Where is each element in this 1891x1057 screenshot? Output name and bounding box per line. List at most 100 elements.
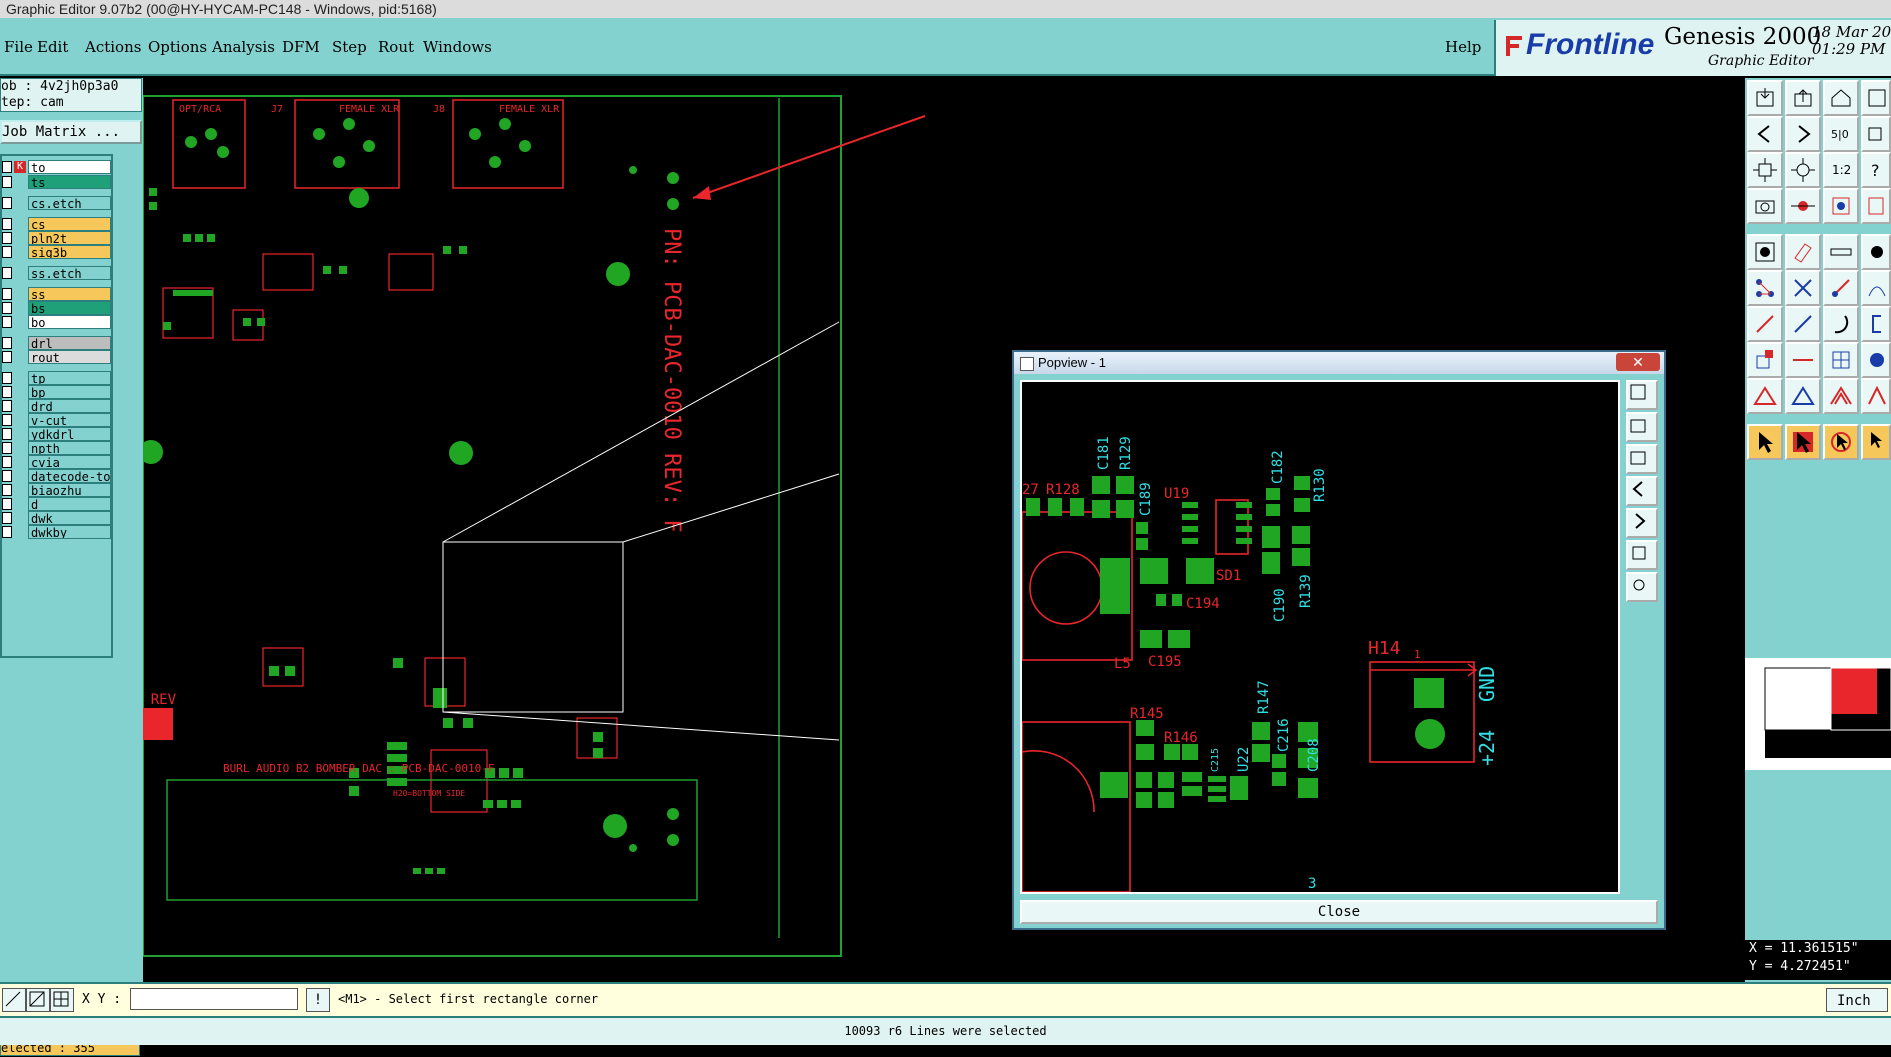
layer-bs[interactable]: bs <box>2 301 111 315</box>
popview-drawing[interactable]: 27 R128 U19 SD1 C194 C195 L5 H14 1 R145 … <box>1021 382 1618 893</box>
tool-zoom-area-button[interactable] <box>1785 152 1821 188</box>
tool-select-pad-button[interactable] <box>1747 234 1783 270</box>
tool-snapshot-button[interactable] <box>1747 188 1783 224</box>
layer-cs-etch[interactable]: cs.etch <box>2 196 111 210</box>
tool-erase-button[interactable] <box>1785 234 1821 270</box>
layer-checkbox[interactable] <box>2 302 12 314</box>
tool-select-special-button[interactable] <box>1861 424 1891 460</box>
tool-triangle2-button[interactable] <box>1785 378 1821 414</box>
overview-navigator[interactable] <box>1745 658 1891 770</box>
popview-titlebar[interactable]: Popview - 1 ✕ <box>1014 352 1664 374</box>
tool-line-button[interactable] <box>1823 270 1859 306</box>
tool-next-button[interactable] <box>1785 116 1821 152</box>
menu-rout[interactable]: Rout <box>378 38 414 56</box>
layer-v-cut[interactable]: v-cut <box>2 413 111 427</box>
popview-fit-button[interactable] <box>1626 540 1658 570</box>
tool-draw-line2-button[interactable] <box>1785 306 1821 342</box>
layer-checkbox[interactable] <box>2 386 12 398</box>
layer-bo[interactable]: bo <box>2 315 111 329</box>
tool-blob-button[interactable] <box>1861 342 1891 378</box>
tool-import-button[interactable] <box>1747 80 1783 116</box>
tool-copy-button[interactable] <box>1861 116 1891 152</box>
tool-zoom-fit-button[interactable] <box>1747 152 1783 188</box>
layer-datecode-to[interactable]: datecode-to <box>2 469 111 483</box>
menu-help[interactable]: Help <box>1445 38 1481 56</box>
layer-checkbox[interactable] <box>2 414 12 426</box>
tool-connect-button[interactable] <box>1747 270 1783 306</box>
job-matrix-button[interactable]: Job Matrix ... <box>0 120 142 144</box>
layer-checkbox[interactable] <box>2 288 12 300</box>
layer-checkbox[interactable] <box>2 197 12 209</box>
popview-in-button[interactable] <box>1626 412 1658 442</box>
layer-d[interactable]: d <box>2 497 111 511</box>
menu-analysis[interactable]: Analysis <box>212 38 275 56</box>
layer-cs[interactable]: cs <box>2 217 111 231</box>
layer-checkbox[interactable] <box>2 484 12 496</box>
menu-step[interactable]: Step <box>332 38 367 56</box>
layer-drl[interactable]: drl <box>2 336 111 350</box>
layer-checkbox[interactable] <box>2 526 12 538</box>
tool-curve-button[interactable] <box>1861 270 1891 306</box>
layer-checkbox[interactable] <box>2 442 12 454</box>
layer-drd[interactable]: drd <box>2 399 111 413</box>
overview-map[interactable] <box>1745 658 1891 770</box>
layer-pln2t[interactable]: pln2t <box>2 231 111 245</box>
tool-hline-button[interactable] <box>1785 342 1821 378</box>
tool-layer-button[interactable] <box>1861 188 1891 224</box>
layer-checkbox[interactable] <box>2 428 12 440</box>
layer-tp[interactable]: tp <box>2 371 111 385</box>
menu-options[interactable]: Options <box>148 38 207 56</box>
popview-prev-button[interactable] <box>1626 476 1658 506</box>
layer-checkbox[interactable] <box>2 351 12 363</box>
tool-zoom-ratio-button[interactable]: 1:2 <box>1823 152 1859 188</box>
layer-checkbox[interactable] <box>2 232 12 244</box>
menu-actions[interactable]: Actions <box>85 38 141 56</box>
tool-select-button[interactable] <box>1785 424 1821 460</box>
grid-toggle-button[interactable] <box>50 988 74 1012</box>
tool-bracket-button[interactable] <box>1861 306 1891 342</box>
layer-to[interactable]: K to <box>2 160 111 174</box>
tool-dot-button[interactable] <box>1861 234 1891 270</box>
layer-checkbox[interactable] <box>2 161 12 173</box>
units-selector[interactable]: Inch <box>1826 988 1888 1012</box>
layer-checkbox[interactable] <box>2 218 12 230</box>
tool-cut-button[interactable] <box>1785 270 1821 306</box>
tool-net-button[interactable] <box>1823 188 1859 224</box>
tool-prev-button[interactable] <box>1747 116 1783 152</box>
layer-checkbox[interactable] <box>2 470 12 482</box>
popview-close-button[interactable]: Close <box>1020 900 1658 924</box>
layer-ydkdrl[interactable]: ydkdrl <box>2 427 111 441</box>
layer-biaozhu[interactable]: biaozhu <box>2 483 111 497</box>
layer-dwkby[interactable]: dwkby <box>2 525 111 539</box>
menu-windows[interactable]: Windows <box>423 38 492 56</box>
layer-checkbox[interactable] <box>2 176 12 188</box>
tool-select-circle-button[interactable] <box>1823 424 1859 460</box>
menu-dfm[interactable]: DFM <box>282 38 320 56</box>
tool-grid-button[interactable] <box>1823 342 1859 378</box>
layer-checkbox[interactable] <box>2 246 12 258</box>
tool-arc-button[interactable] <box>1823 306 1859 342</box>
layer-rout[interactable]: rout <box>2 350 111 364</box>
layer-checkbox[interactable] <box>2 512 12 524</box>
layer-dwk[interactable]: dwk <box>2 511 111 525</box>
layer-sig3b[interactable]: sig3b <box>2 245 111 259</box>
layer-checkbox[interactable] <box>2 400 12 412</box>
tool-help-button[interactable]: ? <box>1861 152 1891 188</box>
tool-draw-line-button[interactable] <box>1747 306 1783 342</box>
layer-ss[interactable]: ss <box>2 287 111 301</box>
layer-npth[interactable]: npth <box>2 441 111 455</box>
tool-pad-button[interactable] <box>1785 188 1821 224</box>
tool-corner-button[interactable] <box>1747 342 1783 378</box>
layer-checkbox[interactable] <box>2 372 12 384</box>
measure-button[interactable] <box>26 988 50 1012</box>
popview-close-icon[interactable]: ✕ <box>1616 353 1660 371</box>
menu-edit[interactable]: Edit <box>37 38 68 56</box>
tool-ratio-button[interactable]: 5|0 <box>1823 116 1859 152</box>
popview-zoom-button[interactable] <box>1626 380 1658 410</box>
layer-checkbox[interactable] <box>2 316 12 328</box>
tool-arch2-button[interactable] <box>1861 378 1891 414</box>
layer-ss-etch[interactable]: ss.etch <box>2 266 111 280</box>
layer-checkbox[interactable] <box>2 337 12 349</box>
menu-file[interactable]: File <box>4 38 33 56</box>
alert-button[interactable]: ! <box>306 988 330 1012</box>
